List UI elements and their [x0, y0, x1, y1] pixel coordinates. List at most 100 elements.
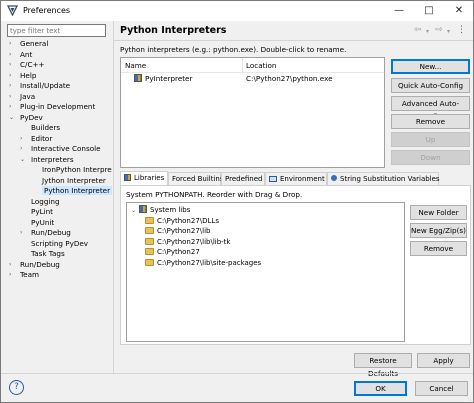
tree-item-interactive-console[interactable]: › Interactive Console [20, 144, 101, 154]
maximize-icon[interactable]: □ [414, 1, 444, 21]
library-path-item[interactable]: C:\Python27\lib\lib-tk [145, 237, 230, 247]
app-icon [7, 5, 18, 16]
advanced-auto-config-button[interactable]: Advanced Auto-Config [391, 96, 470, 121]
new-egg-zip-button[interactable]: New Egg/Zip(s) [410, 223, 467, 238]
libraries-panel: System PYTHONPATH. Reorder with Drag & D… [120, 185, 471, 345]
tree-item-builders[interactable]: Builders [20, 123, 60, 133]
tab-libraries[interactable]: Libraries [120, 171, 168, 185]
tree-item-jython-interpreter[interactable]: Jython Interpreter [31, 176, 106, 186]
library-path-item[interactable]: C:\Python27 [145, 247, 200, 257]
tab-string-substitution-variables[interactable]: String Substitution Variables [327, 172, 440, 185]
tab-forced-builtins[interactable]: Forced Builtins [168, 172, 224, 185]
tree-item-scripting-pydev[interactable]: Scripting PyDev [20, 239, 88, 249]
tree-item-pyunit[interactable]: PyUnit [20, 218, 54, 228]
tree-item-python-interpreter[interactable]: Python Interpreter [31, 186, 113, 196]
chevron-right-icon[interactable]: › [9, 81, 11, 91]
chevron-right-icon[interactable]: › [9, 102, 11, 112]
python-icon [134, 74, 142, 82]
folder-icon [145, 227, 154, 234]
ok-button[interactable]: OK [354, 381, 407, 396]
apply-button[interactable]: Apply [417, 353, 470, 368]
title-bar: Preferences — □ ✕ [1, 1, 473, 21]
tree-item-cpp[interactable]: › C/C++ [9, 60, 45, 70]
interpreters-table[interactable]: Name Location PyInterpreter C:\Python27\… [120, 57, 385, 168]
filter-input[interactable] [7, 24, 106, 37]
library-path-item[interactable]: C:\Python27\lib\site-packages [145, 258, 261, 268]
library-path-item[interactable]: C:\Python27\lib [145, 226, 210, 236]
tab-predefined[interactable]: Predefined [221, 172, 265, 185]
cancel-button[interactable]: Cancel [415, 381, 468, 396]
window-title: Preferences [23, 6, 71, 15]
tree-item-ant[interactable]: › Ant [9, 50, 32, 60]
tree-item-team[interactable]: › Team [9, 270, 39, 280]
remove-interpreter-button[interactable]: Remove [391, 114, 470, 129]
new-button[interactable]: New... [391, 59, 470, 74]
page-description: Python interpreters (e.g.: python.exe). … [120, 45, 347, 54]
chevron-right-icon[interactable]: › [9, 92, 11, 102]
chevron-right-icon[interactable]: › [20, 228, 22, 238]
chevron-right-icon[interactable]: › [9, 270, 11, 280]
tree-item-run-debug[interactable]: › Run/Debug [9, 260, 60, 270]
tab-environment[interactable]: Environment [265, 172, 327, 185]
chevron-right-icon[interactable]: › [9, 39, 11, 49]
interpreter-name: PyInterpreter [134, 73, 192, 84]
menu-icon[interactable]: ⋮ [457, 25, 466, 35]
chevron-right-icon[interactable]: › [20, 134, 22, 144]
column-divider[interactable] [242, 58, 243, 72]
sash[interactable] [113, 21, 114, 373]
libraries-icon [124, 174, 131, 181]
tree-item-pydev[interactable]: ⌄ PyDev [9, 113, 43, 123]
page-title: Python Interpreters [120, 25, 227, 36]
folder-icon [145, 248, 154, 255]
chevron-right-icon[interactable]: › [9, 260, 11, 270]
help-icon[interactable]: ? [9, 380, 24, 395]
folder-icon [145, 237, 154, 245]
system-libs-icon [139, 205, 148, 213]
tree-item-help[interactable]: › Help [9, 71, 36, 81]
forward-arrow-icon[interactable]: ⇨ [435, 25, 443, 35]
tree-item-task-tags[interactable]: Task Tags [20, 249, 65, 259]
library-path-item[interactable]: C:\Python27\DLLs [145, 216, 219, 226]
system-libs-node[interactable]: ⌄ System libs [131, 205, 190, 216]
environment-icon [269, 176, 277, 182]
tree-item-editor[interactable]: › Editor [20, 134, 52, 144]
quick-auto-config-button[interactable]: Quick Auto-Config [391, 78, 470, 93]
chevron-down-icon[interactable]: ⌄ [9, 113, 14, 123]
divider [114, 40, 473, 41]
chevron-down-icon[interactable]: ⌄ [20, 155, 25, 165]
tree-item-plugin-development[interactable]: › Plug-in Development [9, 102, 95, 112]
tree-item-logging[interactable]: Logging [20, 197, 60, 207]
chevron-down-icon[interactable]: ⌄ [131, 207, 136, 214]
tree-item-pylint[interactable]: PyLint [20, 207, 53, 217]
chevron-right-icon[interactable]: › [20, 144, 22, 154]
tree-item-general[interactable]: › General [9, 39, 48, 49]
close-icon[interactable]: ✕ [444, 1, 474, 21]
tree-item-interpreters[interactable]: ⌄ Interpreters [20, 155, 74, 165]
tree-item-ironpython-interpreter[interactable]: IronPython Interpre [31, 165, 112, 175]
restore-defaults-button[interactable]: Restore Defaults [354, 353, 412, 378]
variables-icon [331, 175, 337, 181]
up-button[interactable]: Up [391, 132, 470, 147]
tree-item-pydev-run-debug[interactable]: › Run/Debug [20, 228, 71, 238]
down-button[interactable]: Down [391, 150, 470, 165]
minimize-icon[interactable]: — [384, 1, 414, 21]
libraries-description: System PYTHONPATH. Reorder with Drag & D… [126, 190, 303, 199]
table-row[interactable]: PyInterpreter C:\Python27\python.exe [122, 73, 384, 84]
chevron-down-icon[interactable]: ▾ [426, 28, 429, 35]
chevron-down-icon[interactable]: ▾ [447, 28, 450, 35]
tree-item-install-update[interactable]: › Install/Update [9, 81, 70, 91]
preferences-window: Preferences — □ ✕ ›General ›Ant ›C/C++ ›… [0, 0, 474, 403]
resize-grip-icon[interactable]: ⋱ [465, 395, 471, 402]
chevron-right-icon[interactable]: › [9, 71, 11, 81]
back-arrow-icon[interactable]: ⇦ [414, 25, 422, 35]
folder-icon [145, 216, 154, 224]
system-libs-tree[interactable]: ⌄ System libs C:\Python27\DLLs C:\Python2… [126, 202, 405, 342]
column-header-location[interactable]: Location [246, 61, 276, 70]
new-folder-button[interactable]: New Folder [410, 205, 467, 220]
remove-library-button[interactable]: Remove [410, 241, 467, 256]
chevron-right-icon[interactable]: › [9, 60, 11, 70]
tree-item-java[interactable]: › Java [9, 92, 35, 102]
chevron-right-icon[interactable]: › [9, 50, 11, 60]
column-header-name[interactable]: Name [125, 61, 146, 70]
folder-icon [145, 258, 154, 266]
